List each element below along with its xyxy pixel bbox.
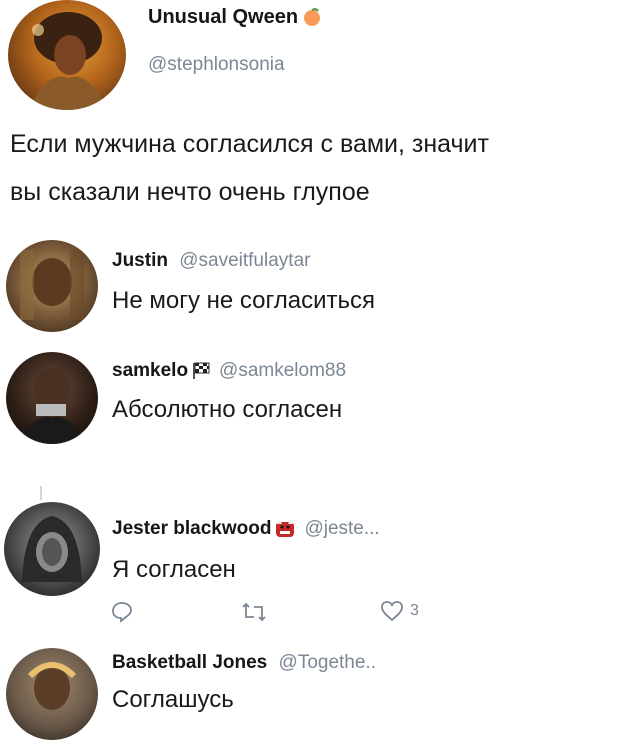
display-name[interactable]: samkelo: [112, 360, 188, 382]
avatar[interactable]: [6, 648, 98, 740]
reply-text: Абсолютно согласен: [112, 396, 343, 423]
ogre-emoji: [274, 519, 296, 539]
like-count: 3: [410, 602, 419, 619]
reply-button[interactable]: [110, 600, 134, 624]
profile-photo: [20, 250, 84, 320]
avatar[interactable]: [6, 240, 98, 332]
display-name[interactable]: Basketball Jones: [112, 652, 267, 673]
retweet-icon: [242, 602, 266, 622]
handle[interactable]: @Togethe..: [279, 652, 376, 673]
reply-text: Не могу не согласиться: [112, 287, 375, 314]
profile-photo: [27, 662, 77, 710]
thread-connector: [40, 486, 42, 500]
tweet-text-line-1: Если мужчина согласился с вами, значит: [10, 130, 489, 158]
like-button[interactable]: 3: [380, 600, 419, 622]
retweet-button[interactable]: [240, 600, 268, 624]
reply-text: Соглашусь: [112, 686, 234, 713]
display-name[interactable]: Jester blackwood: [112, 518, 271, 540]
handle[interactable]: @jeste...: [304, 518, 379, 540]
profile-photo: [16, 368, 88, 444]
handle[interactable]: @saveitfulaytar: [179, 250, 310, 271]
avatar[interactable]: [4, 502, 100, 596]
reply-text: Я согласен: [112, 556, 236, 583]
display-name[interactable]: Unusual Qween: [148, 6, 298, 29]
handle[interactable]: @stephlonsonia: [148, 54, 285, 76]
avatar[interactable]: [6, 352, 98, 444]
handle[interactable]: @samkelom88: [219, 360, 346, 382]
profile-photo: [22, 516, 82, 582]
checkered-flag-emoji: [191, 362, 211, 380]
tweet-text-line-2: вы сказали нечто очень глупое: [10, 178, 370, 206]
profile-photo: [28, 12, 108, 110]
avatar[interactable]: [8, 0, 126, 110]
peach-emoji: [302, 7, 322, 27]
display-name[interactable]: Justin: [112, 250, 168, 271]
reply-icon: [112, 602, 132, 623]
heart-icon: [381, 601, 403, 622]
